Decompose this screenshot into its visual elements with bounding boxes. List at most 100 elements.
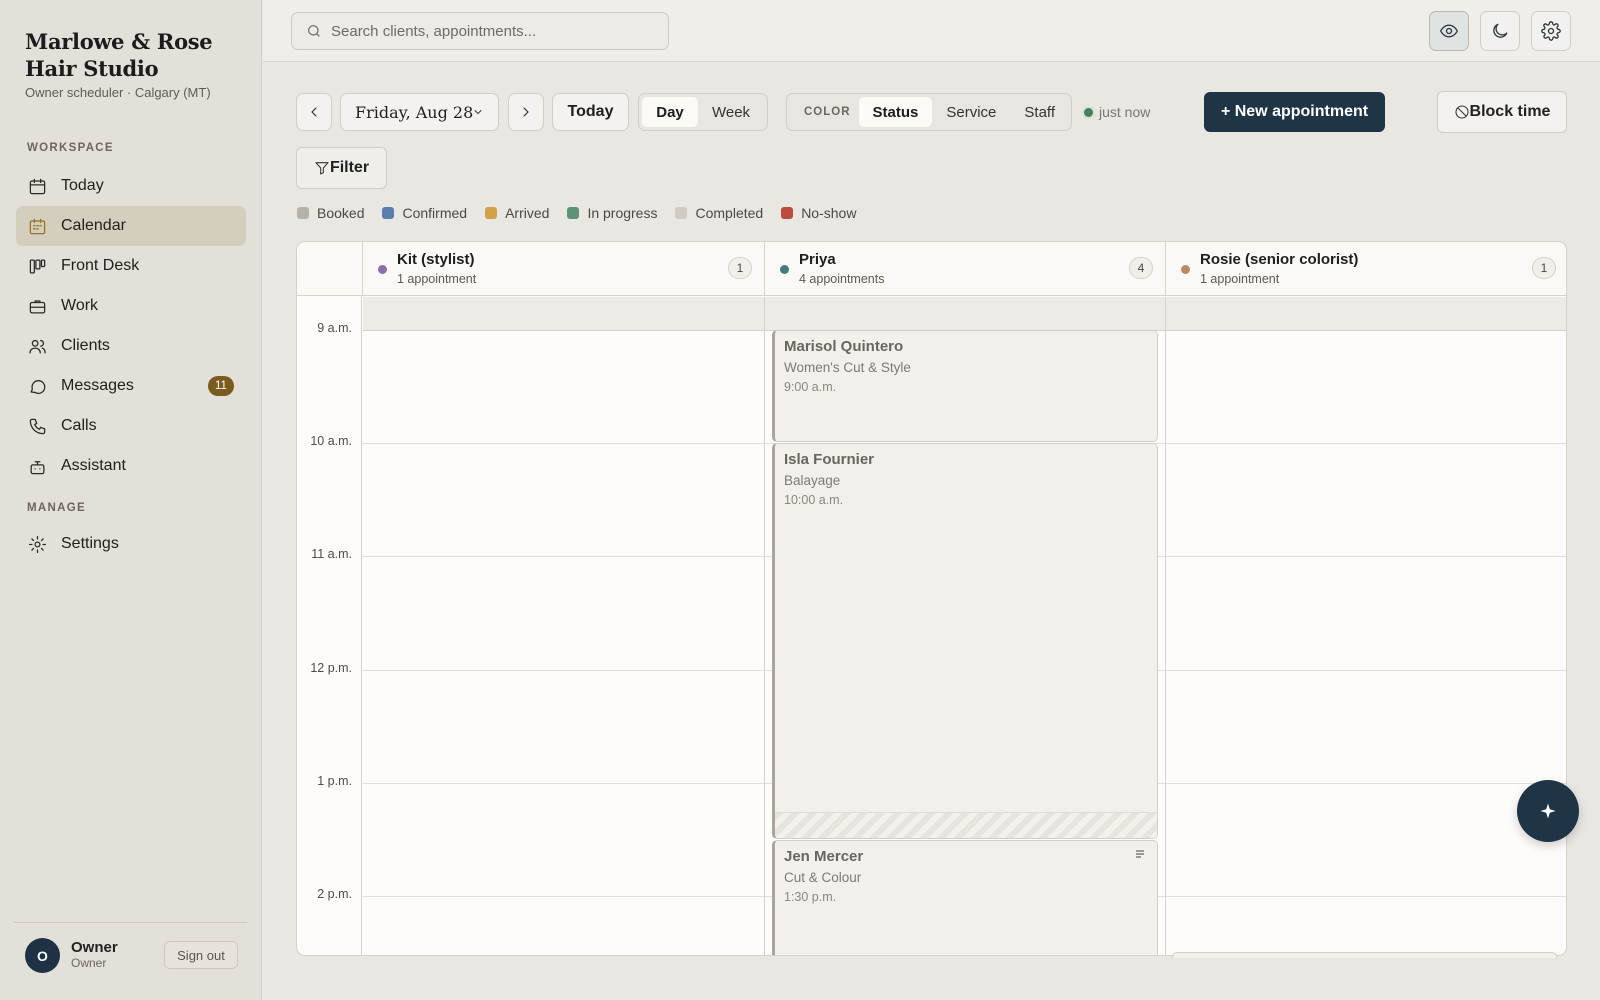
sidebar-item-label: Calendar bbox=[61, 217, 126, 234]
chat-icon bbox=[27, 376, 47, 396]
eye-icon bbox=[1440, 24, 1458, 38]
staff-color-dot bbox=[1181, 265, 1190, 274]
sidebar-footer-divider bbox=[14, 922, 247, 923]
assistant-fab-button[interactable] bbox=[1517, 780, 1579, 842]
today-button[interactable]: Today bbox=[552, 93, 629, 131]
hour-label: 9 a.m. bbox=[317, 321, 352, 335]
sidebar-item-today[interactable]: Today bbox=[16, 166, 246, 206]
sidebar-item-calls[interactable]: Calls bbox=[16, 406, 246, 446]
appointment-client: Marisol Quintero bbox=[784, 338, 904, 355]
avatar[interactable]: O bbox=[25, 938, 60, 973]
legend-label: No-show bbox=[801, 205, 857, 221]
legend-label: Arrived bbox=[505, 205, 550, 221]
new-appointment-button[interactable]: + New appointment bbox=[1204, 92, 1385, 132]
legend-swatch bbox=[485, 207, 498, 219]
sign-out-button[interactable]: Sign out bbox=[164, 941, 238, 969]
appointment-time: 9:00 a.m. bbox=[784, 380, 837, 394]
sidebar-item-label: Messages bbox=[61, 377, 134, 394]
legend-label: In progress bbox=[587, 205, 658, 221]
chevron-left-icon bbox=[311, 107, 317, 117]
block-time-button[interactable]: Block time bbox=[1437, 91, 1567, 133]
date-picker[interactable]: Friday, Aug 28 bbox=[340, 93, 499, 131]
staff-name: Rosie (senior colorist) bbox=[1200, 251, 1359, 268]
status-legend: Booked Confirmed Arrived In progress Com… bbox=[297, 205, 874, 221]
chevron-right-icon bbox=[523, 107, 529, 117]
color-service-option[interactable]: Service bbox=[932, 97, 1010, 127]
view-week-option[interactable]: Week bbox=[698, 97, 764, 127]
appointment-card[interactable]: Marisol Quintero Women's Cut & Style 9:0… bbox=[772, 330, 1158, 442]
sidebar-item-messages[interactable]: Messages 11 bbox=[16, 366, 246, 406]
color-status-option[interactable]: Status bbox=[858, 97, 933, 127]
legend-swatch bbox=[675, 207, 688, 219]
note-icon bbox=[1136, 850, 1144, 858]
calendar-grid-icon bbox=[27, 216, 47, 236]
workspace-section-label: WORKSPACE bbox=[27, 142, 114, 154]
user-role: Owner bbox=[71, 956, 107, 970]
staff-appointment-count-text: 1 appointment bbox=[1200, 272, 1280, 286]
appointment-card-partial[interactable] bbox=[1172, 952, 1557, 958]
settings-button[interactable] bbox=[1531, 11, 1571, 51]
briefcase-icon bbox=[27, 296, 47, 316]
calendar-header: Kit (stylist) 1 appointment 1 Priya 4 ap… bbox=[297, 242, 1566, 296]
color-mode-switcher: COLOR Status Service Staff bbox=[786, 93, 1072, 131]
hour-label: 2 p.m. bbox=[317, 887, 352, 901]
appointment-time: 10:00 a.m. bbox=[784, 493, 844, 507]
preview-toggle-button[interactable] bbox=[1429, 11, 1469, 51]
board-icon bbox=[27, 256, 47, 276]
block-time-label: Block time bbox=[1469, 103, 1551, 120]
day-calendar-grid: Kit (stylist) 1 appointment 1 Priya 4 ap… bbox=[296, 241, 1567, 956]
legend-swatch bbox=[297, 207, 309, 219]
hour-label: 12 p.m. bbox=[310, 661, 352, 675]
hour-label: 10 a.m. bbox=[310, 434, 352, 448]
appointment-time: 1:30 p.m. bbox=[784, 890, 837, 904]
sparkle-icon bbox=[1540, 803, 1556, 819]
sidebar-item-calendar[interactable]: Calendar bbox=[16, 206, 246, 246]
staff-column-header[interactable]: Priya 4 appointments 4 bbox=[764, 242, 1165, 296]
next-day-button[interactable] bbox=[508, 93, 544, 131]
appointment-card[interactable]: Isla Fournier Balayage 10:00 a.m. bbox=[772, 443, 1158, 839]
staff-count-badge: 1 bbox=[1532, 257, 1556, 279]
messages-count-badge: 11 bbox=[208, 376, 234, 396]
staff-column-header[interactable]: Rosie (senior colorist) 1 appointment 1 bbox=[1165, 242, 1566, 296]
sidebar-item-clients[interactable]: Clients bbox=[16, 326, 246, 366]
staff-name: Kit (stylist) bbox=[397, 251, 475, 268]
filter-button[interactable]: Filter bbox=[296, 147, 387, 189]
dark-mode-button[interactable] bbox=[1480, 11, 1520, 51]
gear-icon bbox=[1541, 21, 1561, 41]
pre-opening-band bbox=[363, 297, 1566, 331]
chevron-down-icon bbox=[474, 110, 482, 114]
appointment-card[interactable]: Jen Mercer Cut & Colour 1:30 p.m. bbox=[772, 840, 1158, 955]
hour-label: 1 p.m. bbox=[317, 774, 352, 788]
sidebar-item-label: Today bbox=[61, 177, 104, 194]
sidebar-item-assistant[interactable]: Assistant bbox=[16, 446, 246, 486]
staff-column-header[interactable]: Kit (stylist) 1 appointment 1 bbox=[362, 242, 764, 296]
users-icon bbox=[27, 336, 47, 356]
live-indicator-dot bbox=[1084, 107, 1093, 117]
legend-swatch bbox=[382, 207, 395, 219]
sidebar-item-work[interactable]: Work bbox=[16, 286, 246, 326]
live-status-text: just now bbox=[1099, 104, 1151, 120]
view-day-option[interactable]: Day bbox=[642, 97, 698, 127]
block-icon bbox=[1454, 105, 1469, 119]
calendar-icon bbox=[27, 176, 47, 196]
sidebar-item-label: Calls bbox=[61, 417, 97, 434]
sidebar-item-settings[interactable]: Settings bbox=[16, 524, 246, 564]
legend-swatch bbox=[567, 207, 580, 219]
sidebar-item-front-desk[interactable]: Front Desk bbox=[16, 246, 246, 286]
staff-appointment-count-text: 4 appointments bbox=[799, 272, 885, 286]
legend-label: Booked bbox=[317, 205, 365, 221]
processing-time-stripe bbox=[775, 812, 1157, 838]
hour-label: 11 a.m. bbox=[311, 547, 352, 561]
bot-icon bbox=[27, 456, 47, 476]
color-staff-option[interactable]: Staff bbox=[1010, 97, 1069, 127]
search-input[interactable] bbox=[331, 22, 651, 40]
search-box[interactable] bbox=[291, 12, 669, 50]
gear-icon bbox=[27, 534, 47, 554]
sidebar-item-label: Work bbox=[61, 297, 99, 314]
filter-label: Filter bbox=[329, 159, 370, 176]
previous-day-button[interactable] bbox=[296, 93, 332, 131]
staff-appointment-count-text: 1 appointment bbox=[397, 272, 477, 286]
brand-subtitle: Owner scheduler · Calgary (MT) bbox=[25, 85, 211, 100]
phone-icon bbox=[27, 416, 47, 436]
user-name: Owner bbox=[71, 939, 118, 956]
